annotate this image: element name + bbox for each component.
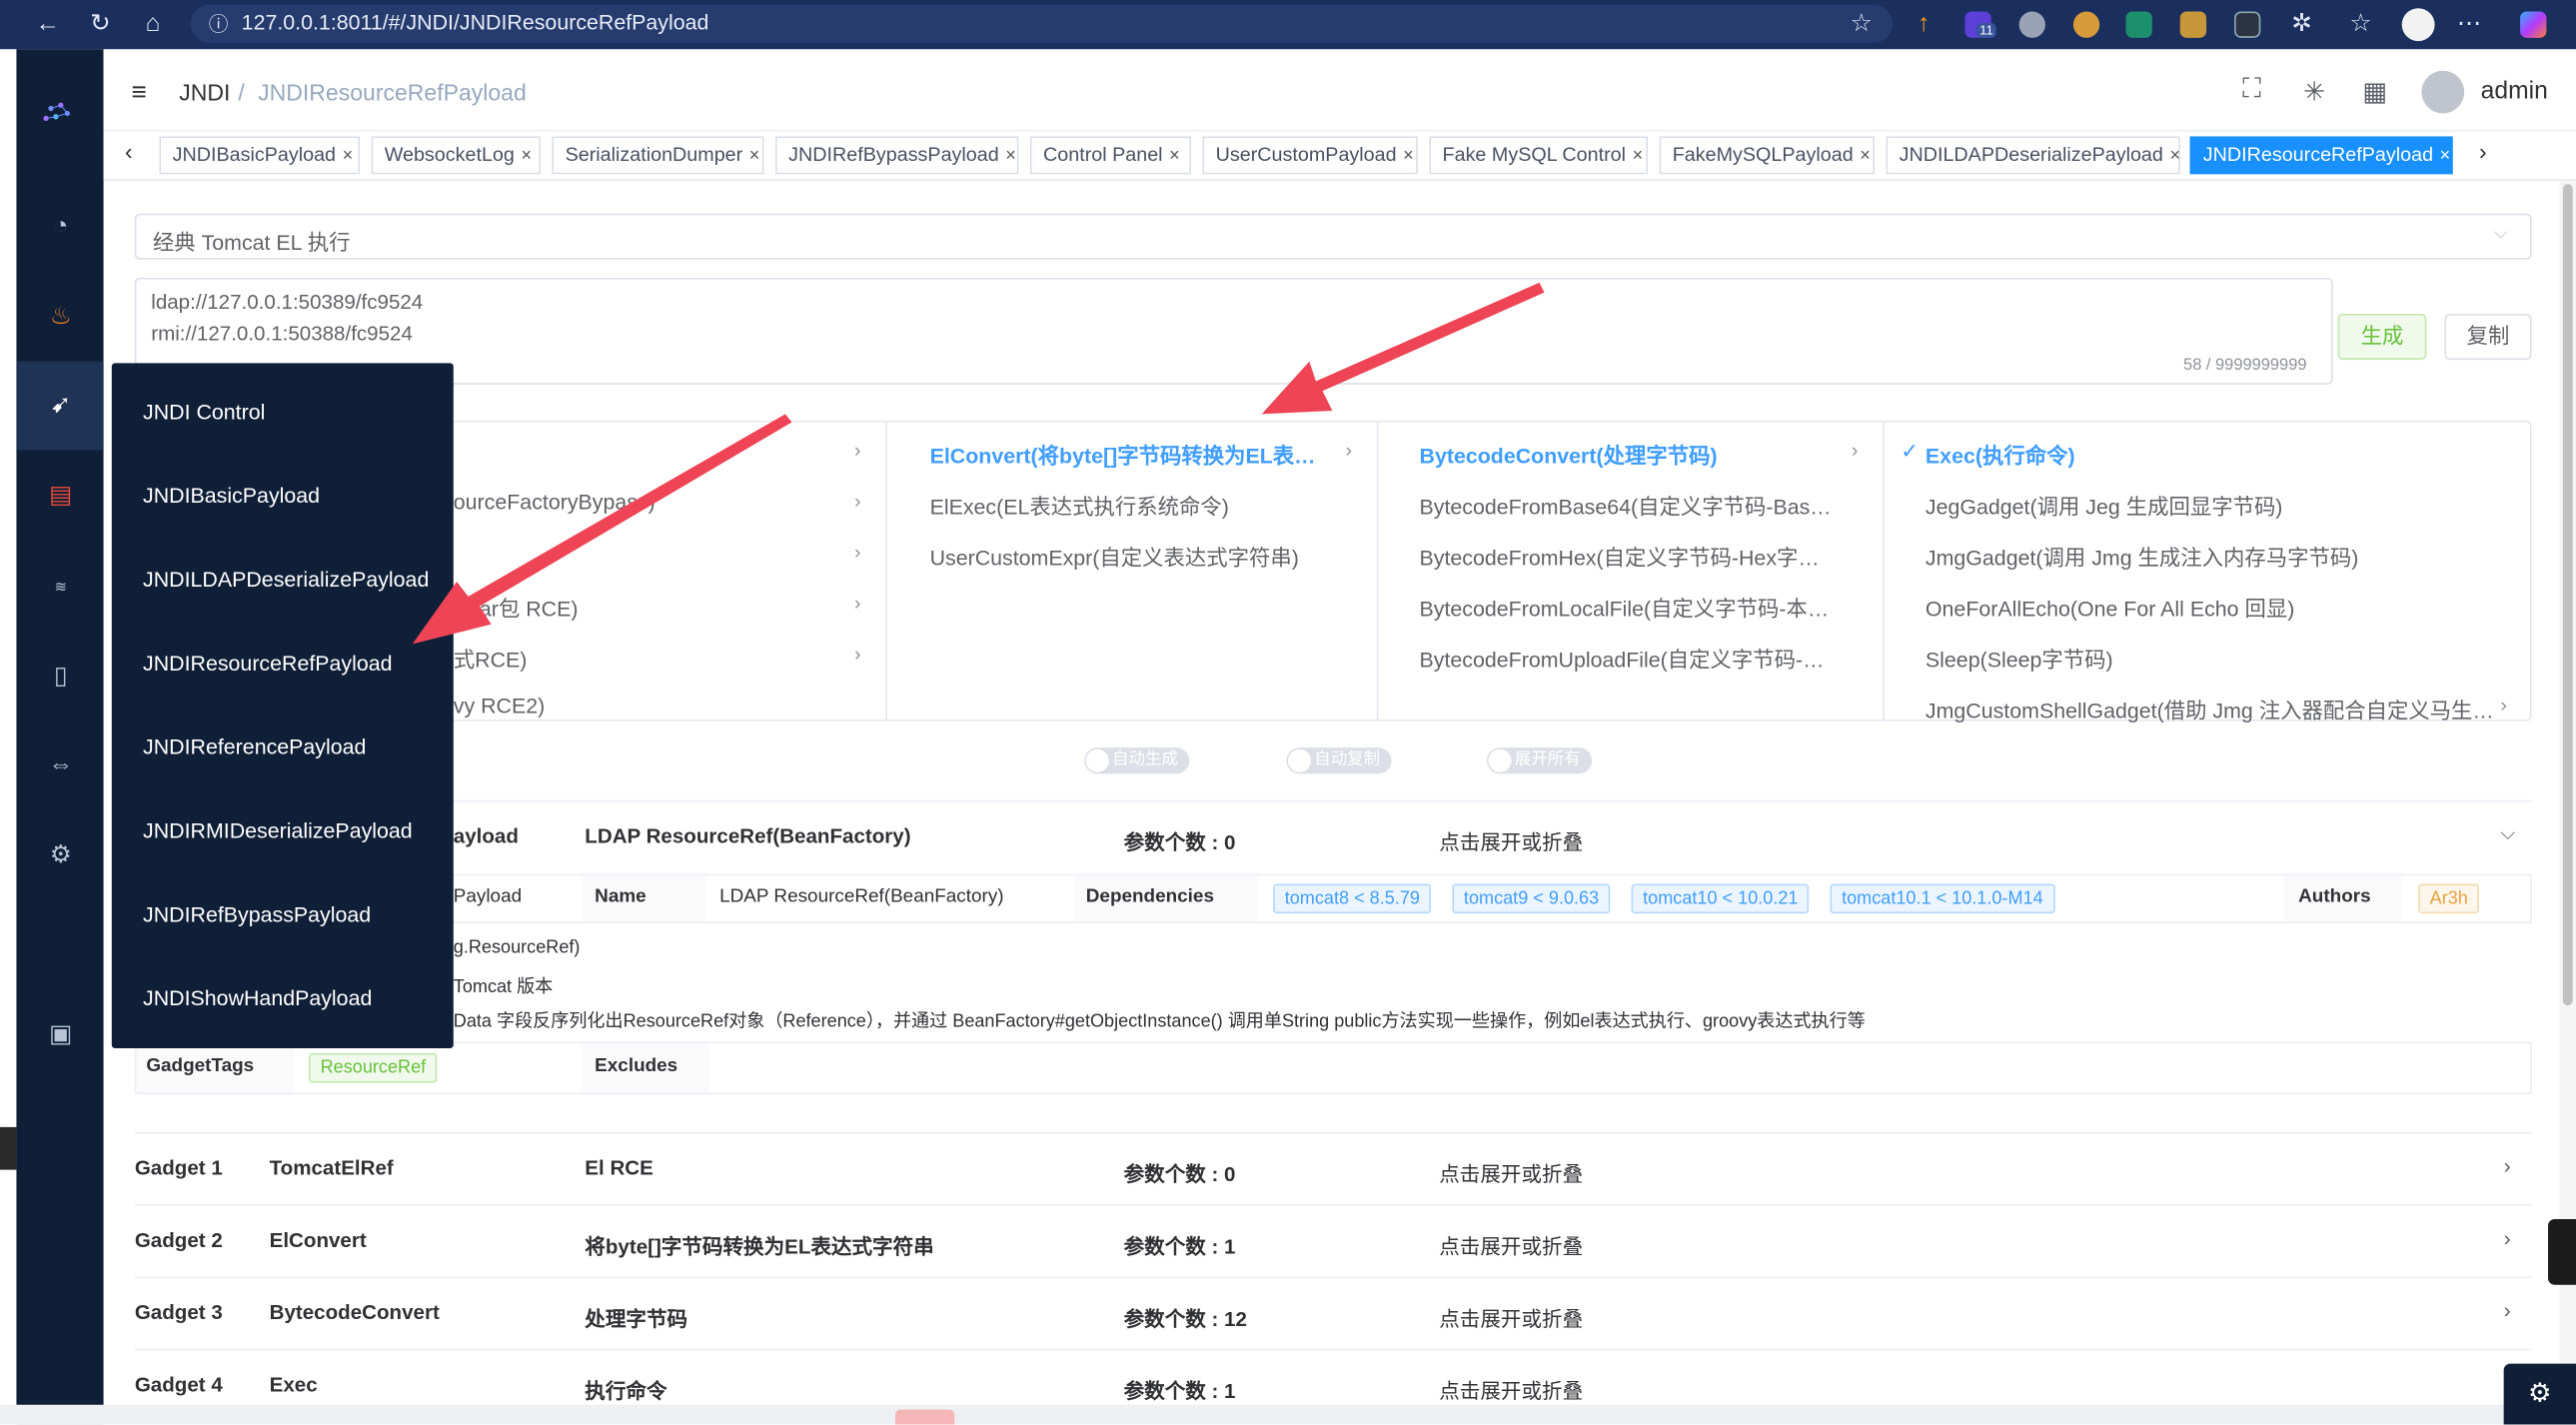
red-arrow-to-menu-item bbox=[412, 414, 792, 645]
annotation-arrows bbox=[412, 282, 1545, 645]
red-arrow-to-elconvert bbox=[1261, 282, 1545, 415]
